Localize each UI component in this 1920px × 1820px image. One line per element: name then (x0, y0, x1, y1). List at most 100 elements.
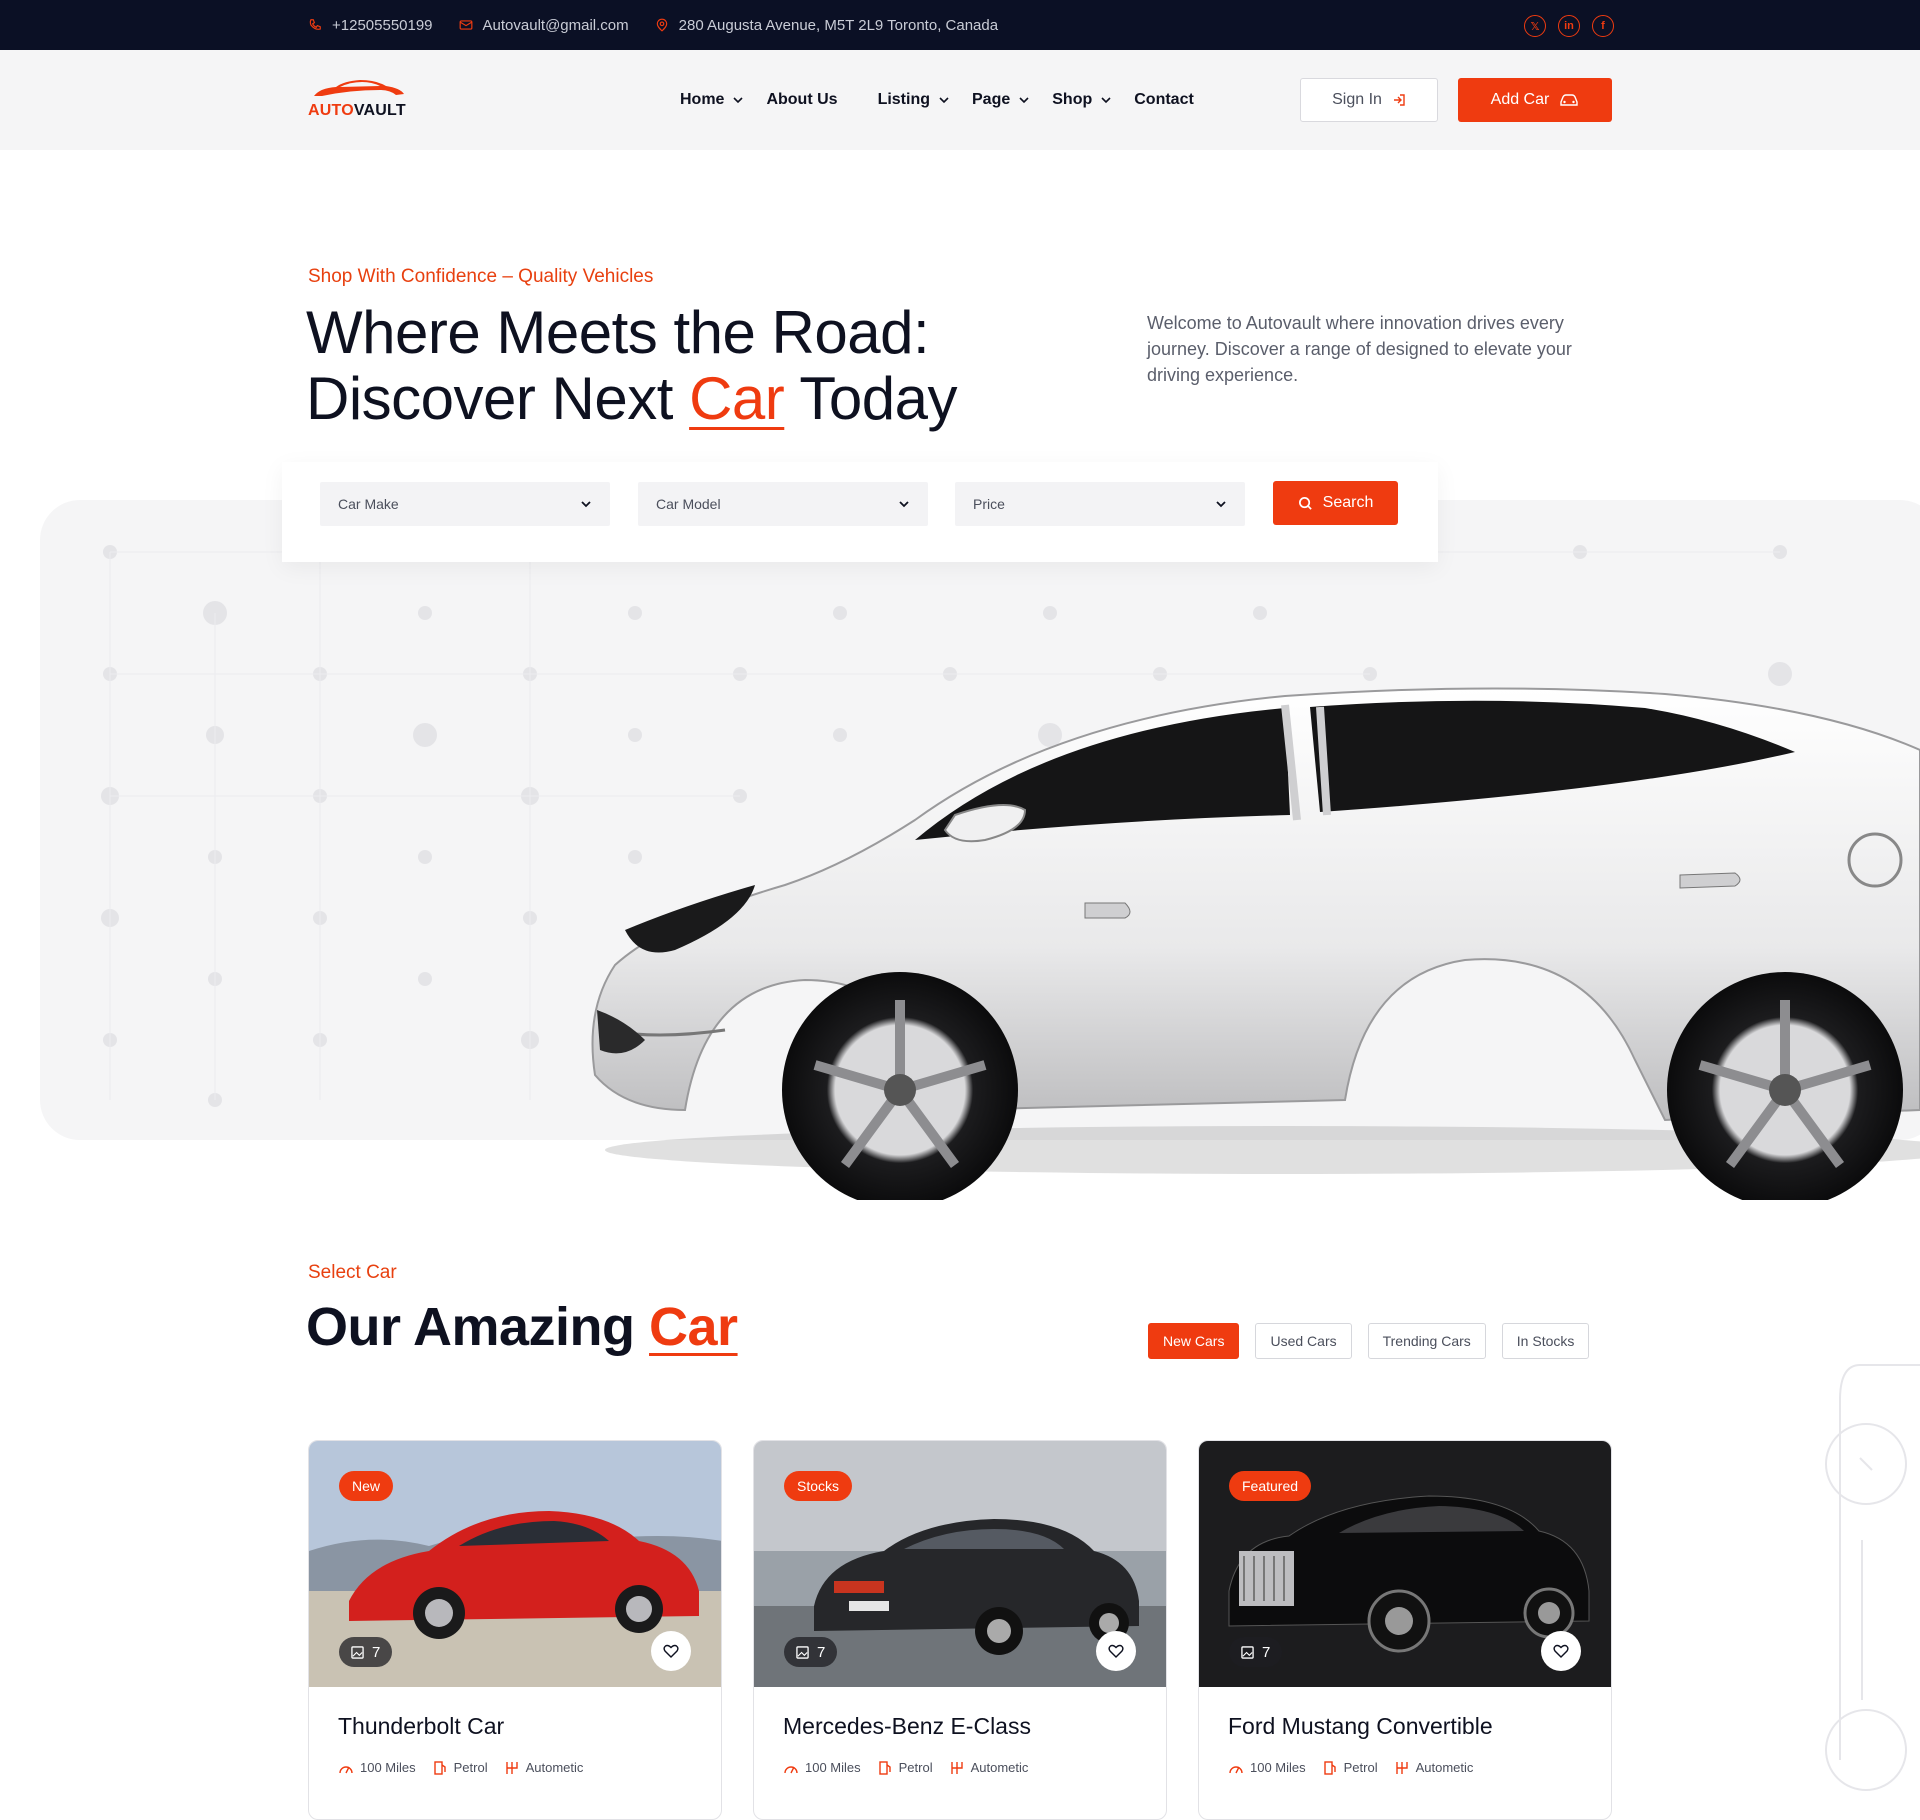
chevron-down-icon (939, 97, 949, 104)
search-button[interactable]: Search (1273, 481, 1398, 525)
photo-count[interactable]: 7 (784, 1637, 838, 1667)
image-icon (796, 1645, 809, 1659)
heart-icon (1108, 1644, 1124, 1658)
nav-label: About Us (766, 91, 838, 108)
car-make-select[interactable]: Car Make (320, 482, 610, 526)
linkedin-icon[interactable]: in (1558, 15, 1580, 37)
search-label: Search (1322, 494, 1374, 511)
favorite-button[interactable] (1541, 1631, 1581, 1671)
hero-title: Where Meets the Road: Discover Next Car … (306, 300, 957, 432)
favorite-button[interactable] (1096, 1631, 1136, 1671)
location-pin-icon (656, 18, 667, 32)
status-badge: Featured (1229, 1471, 1312, 1501)
section-subtitle: Select Car (308, 1262, 397, 1283)
car-card[interactable]: Featured 7 Ford Mustang Convertible 100 … (1198, 1440, 1612, 1820)
fuel-spec: Petrol (1322, 1760, 1378, 1775)
search-icon (1298, 496, 1312, 510)
main-header: AUTOVAULT Home About Us Listing Page Sho… (0, 50, 1920, 150)
chevron-down-icon (1101, 97, 1111, 104)
transmission-spec: Autometic (1394, 1760, 1473, 1775)
transmission-value: Autometic (525, 1760, 584, 1775)
heart-icon (1553, 1644, 1569, 1658)
nav-item-shop[interactable]: Shop (1052, 91, 1112, 109)
tab-in-stocks[interactable]: In Stocks (1501, 1323, 1590, 1359)
fuel-pump-icon (1323, 1760, 1336, 1775)
facebook-icon[interactable]: f (1592, 15, 1614, 37)
section-title-start: Our Amazing (306, 1297, 650, 1357)
email-link[interactable]: Autovault@gmail.com (459, 17, 629, 34)
nav-label: Contact (1134, 91, 1194, 108)
photo-count-value: 7 (372, 1643, 381, 1661)
car-name[interactable]: Mercedes-Benz E-Class (783, 1713, 1031, 1740)
transmission-value: Autometic (970, 1760, 1029, 1775)
gearbox-icon (950, 1761, 963, 1774)
car-model-select[interactable]: Car Model (638, 482, 928, 526)
social-links: 𝕏 in f (1524, 15, 1614, 37)
nav-item-page[interactable]: Page (972, 91, 1030, 109)
chevron-down-icon (581, 501, 591, 508)
tab-trending-cars[interactable]: Trending Cars (1367, 1323, 1486, 1359)
login-arrow-icon (1393, 94, 1405, 106)
hero-car-image (591, 687, 1920, 1200)
image-icon (351, 1645, 364, 1659)
car-card[interactable]: New 7 Thunderbolt Car 100 Miles Petrol A… (308, 1440, 722, 1820)
hero-title-line2-end: Today (784, 365, 957, 432)
site-logo[interactable]: AUTOVAULT (308, 78, 418, 124)
contact-info: +12505550199 Autovault@gmail.com 280 Aug… (308, 0, 998, 50)
speedometer-icon (339, 1765, 353, 1773)
phone-link[interactable]: +12505550199 (308, 17, 433, 34)
phone-icon (309, 19, 321, 30)
mileage-spec: 100 Miles (338, 1760, 416, 1775)
tab-new-cars[interactable]: New Cars (1148, 1323, 1240, 1359)
add-car-button[interactable]: Add Car (1458, 78, 1612, 122)
car-icon (1560, 94, 1579, 106)
transmission-spec: Autometic (504, 1760, 584, 1775)
chevron-down-icon (1019, 97, 1029, 104)
fuel-value: Petrol (898, 1760, 933, 1775)
fuel-spec: Petrol (432, 1760, 488, 1775)
car-name[interactable]: Thunderbolt Car (338, 1713, 504, 1740)
sign-in-button[interactable]: Sign In (1300, 78, 1438, 122)
price-select[interactable]: Price (955, 482, 1245, 526)
status-badge: New (339, 1471, 394, 1501)
favorite-button[interactable] (651, 1631, 691, 1671)
rear-wheel (1667, 972, 1903, 1200)
chevron-down-icon (899, 501, 909, 508)
nav-label: Shop (1052, 91, 1093, 108)
photo-count[interactable]: 7 (339, 1637, 393, 1667)
chevron-down-icon (1216, 501, 1226, 508)
nav-label: Page (972, 91, 1011, 108)
hero-description: Welcome to Autovault where innovation dr… (1147, 313, 1572, 385)
address-link[interactable]: 280 Augusta Avenue, M5T 2L9 Toronto, Can… (655, 17, 998, 34)
mileage-spec: 100 Miles (1228, 1760, 1306, 1775)
car-make-value: Car Make (338, 496, 399, 512)
nav-item-about-us[interactable]: About Us (766, 91, 837, 109)
status-badge: Stocks (784, 1471, 853, 1501)
x-icon[interactable]: 𝕏 (1524, 15, 1546, 37)
hero-title-highlight: Car (689, 365, 785, 432)
transmission-spec: Autometic (949, 1760, 1029, 1775)
mileage-value: 100 Miles (805, 1760, 861, 1775)
photo-count-value: 7 (817, 1643, 826, 1661)
phone-text: +12505550199 (332, 16, 433, 34)
gearbox-icon (505, 1761, 518, 1774)
tab-used-cars[interactable]: Used Cars (1255, 1323, 1352, 1359)
speedometer-icon (1229, 1765, 1243, 1773)
car-name[interactable]: Ford Mustang Convertible (1228, 1713, 1493, 1740)
car-specs: 100 Miles Petrol Autometic (1228, 1760, 1473, 1775)
nav-item-contact[interactable]: Contact (1134, 91, 1194, 109)
nav-item-listing[interactable]: Listing (878, 91, 950, 109)
car-card[interactable]: Stocks 7 Mercedes-Benz E-Class 100 Miles… (753, 1440, 1167, 1820)
main-nav: Home About Us Listing Page Shop Contact (680, 50, 1216, 150)
fuel-pump-icon (433, 1760, 446, 1775)
mileage-value: 100 Miles (360, 1760, 416, 1775)
outline-decoration (1825, 1364, 1920, 1791)
nav-item-home[interactable]: Home (680, 91, 744, 109)
mail-icon (459, 20, 472, 30)
hero-title-line2-start: Discover Next (306, 365, 690, 432)
fuel-spec: Petrol (877, 1760, 933, 1775)
hero-subtitle: Shop With Confidence – Quality Vehicles (308, 266, 654, 287)
photo-count[interactable]: 7 (1229, 1637, 1283, 1667)
chevron-down-icon (733, 97, 744, 104)
gearbox-icon (1395, 1761, 1408, 1774)
